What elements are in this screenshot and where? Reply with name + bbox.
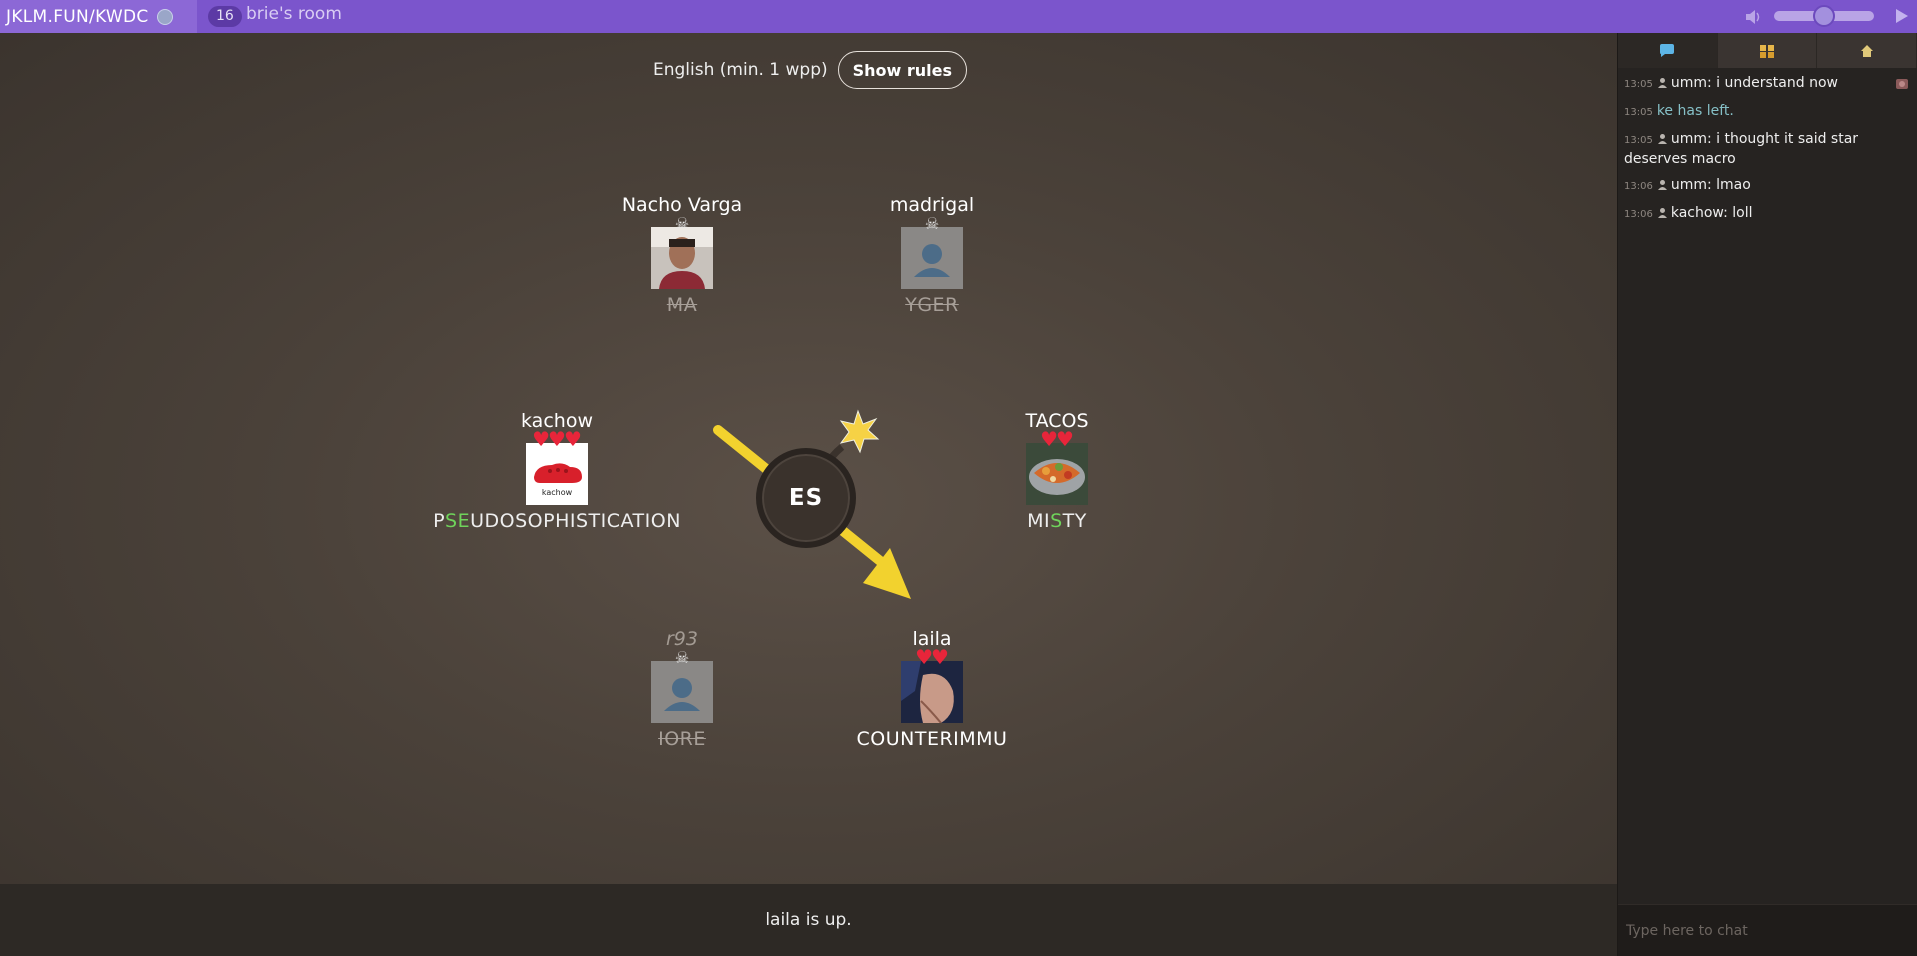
sidebar-tabs (1618, 33, 1917, 68)
chat-icon (1660, 43, 1675, 57)
room-code-box[interactable]: JKLM.FUN/KWDC (0, 0, 197, 33)
chat-message: 13:05 ke has left. (1624, 103, 1734, 119)
avatar (1026, 443, 1088, 505)
player-count-badge: 16 (208, 6, 242, 27)
player-laila: laila ♥ ♥ COUNTERIMMU (802, 627, 1062, 752)
player-madrigal: madrigal ☠ YGER (802, 193, 1062, 318)
player-word: COUNTERIMMU (856, 728, 1008, 750)
heart-icon: ♥ (1056, 427, 1074, 451)
avatar-caption: kachow (542, 488, 573, 497)
player-nacho-varga: Nacho Varga ☠ MA (552, 193, 812, 318)
chat-input-container (1618, 904, 1917, 956)
player-r93: r93 ☠ IORE (552, 627, 812, 752)
tab-players[interactable] (1718, 33, 1818, 68)
room-code[interactable]: JKLM.FUN/KWDC (6, 7, 149, 27)
heart-icon: ♥ (563, 427, 582, 451)
rules-row: English (min. 1 wpp) Show rules (653, 51, 968, 89)
room-name: brie's room (246, 4, 342, 24)
player-lives: ♥ ♥ (927, 429, 1187, 449)
chat-message: 13:06 umm: lmao (1624, 177, 1751, 193)
chat-input[interactable] (1618, 905, 1917, 956)
player-status: ☠ (552, 647, 812, 667)
bomb-area: ES (700, 383, 960, 633)
player-lives: ♥ ♥ (802, 647, 1062, 667)
heart-icon: ♥ (931, 645, 949, 669)
chat-message: 13:06 kachow: loll (1624, 205, 1753, 221)
turn-status-text: laila is up. (765, 910, 852, 930)
player-kachow: kachow ♥ ♥ ♥ kachow PSEUDOSOPHISTICATION (427, 409, 687, 534)
player-status: ☠ (802, 213, 1062, 233)
volume-slider-handle[interactable] (1813, 5, 1835, 27)
tab-home[interactable] (1817, 33, 1917, 68)
player-lives: ♥ ♥ ♥ (427, 429, 687, 449)
player-word: MISTY (1027, 510, 1087, 532)
player-status: ☠ (552, 213, 812, 233)
default-avatar (651, 661, 713, 723)
player-word: MA (666, 294, 698, 316)
game-area: English (min. 1 wpp) Show rules Nacho Va… (0, 33, 1617, 884)
bomb: ES (756, 448, 856, 548)
spark (839, 409, 880, 454)
user-icon (1657, 208, 1667, 218)
home-icon (1860, 44, 1873, 57)
language-label: English (min. 1 wpp) (653, 60, 828, 80)
players-icon (1760, 44, 1774, 58)
player-word: YGER (905, 294, 959, 316)
tab-chat[interactable] (1618, 33, 1718, 68)
syllable-prompt: ES (788, 485, 824, 511)
player-word: PSEUDOSOPHISTICATION (433, 510, 681, 532)
volume-icon[interactable] (1744, 7, 1764, 27)
globe-icon (156, 8, 173, 25)
player-word: IORE (658, 728, 706, 750)
skull-icon: ☠ (674, 647, 690, 667)
skull-icon: ☠ (924, 213, 940, 233)
skull-icon: ☠ (674, 213, 690, 233)
user-icon (1657, 180, 1667, 190)
show-rules-button[interactable]: Show rules (837, 51, 968, 89)
play-icon[interactable] (1893, 6, 1911, 26)
status-bar: laila is up. (0, 884, 1617, 956)
player-tacos: TACOS ♥ ♥ MISTY (927, 409, 1187, 534)
chat-message: 13:05 umm: i understand now (1624, 75, 1838, 91)
default-avatar (901, 227, 963, 289)
top-bar: JKLM.FUN/KWDC 16 brie's room (0, 0, 1917, 33)
chat-message: 13:05 umm: i thought it said star deserve… (1624, 131, 1859, 167)
avatar (901, 661, 963, 723)
user-icon (1657, 78, 1667, 88)
avatar: kachow (526, 443, 588, 505)
badge-icon (1896, 79, 1908, 89)
avatar (651, 227, 713, 289)
chat-log: 13:05 umm: i understand now 13:05 ke has l… (1618, 68, 1917, 238)
user-icon (1657, 134, 1667, 144)
sidebar: 13:05 umm: i understand now 13:05 ke has l… (1617, 33, 1917, 956)
